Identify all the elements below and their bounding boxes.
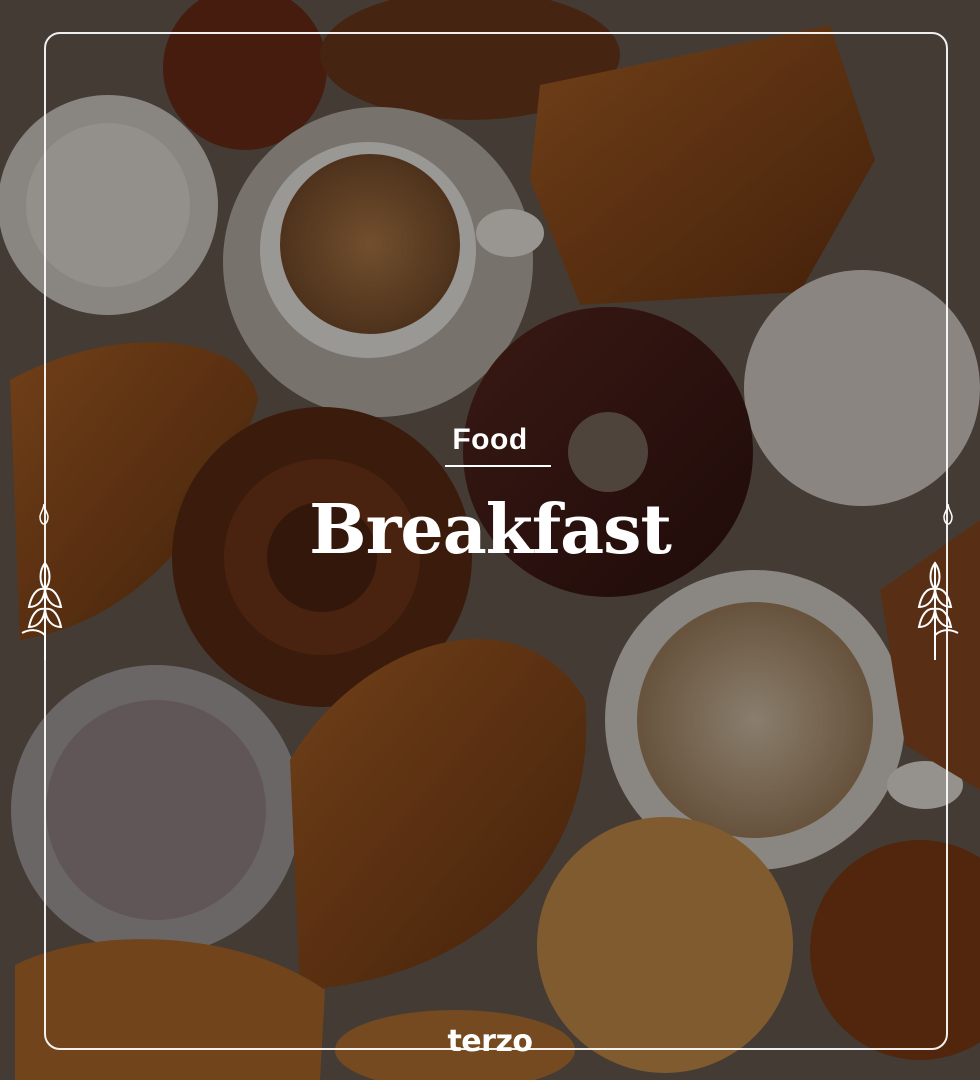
category-underline bbox=[445, 465, 551, 467]
terzo-logo: terzo bbox=[447, 1024, 533, 1059]
category-label: Food bbox=[452, 423, 528, 456]
page-title: Breakfast bbox=[309, 490, 672, 570]
breakfast-card: Food Breakfast terzo bbox=[0, 0, 980, 1080]
